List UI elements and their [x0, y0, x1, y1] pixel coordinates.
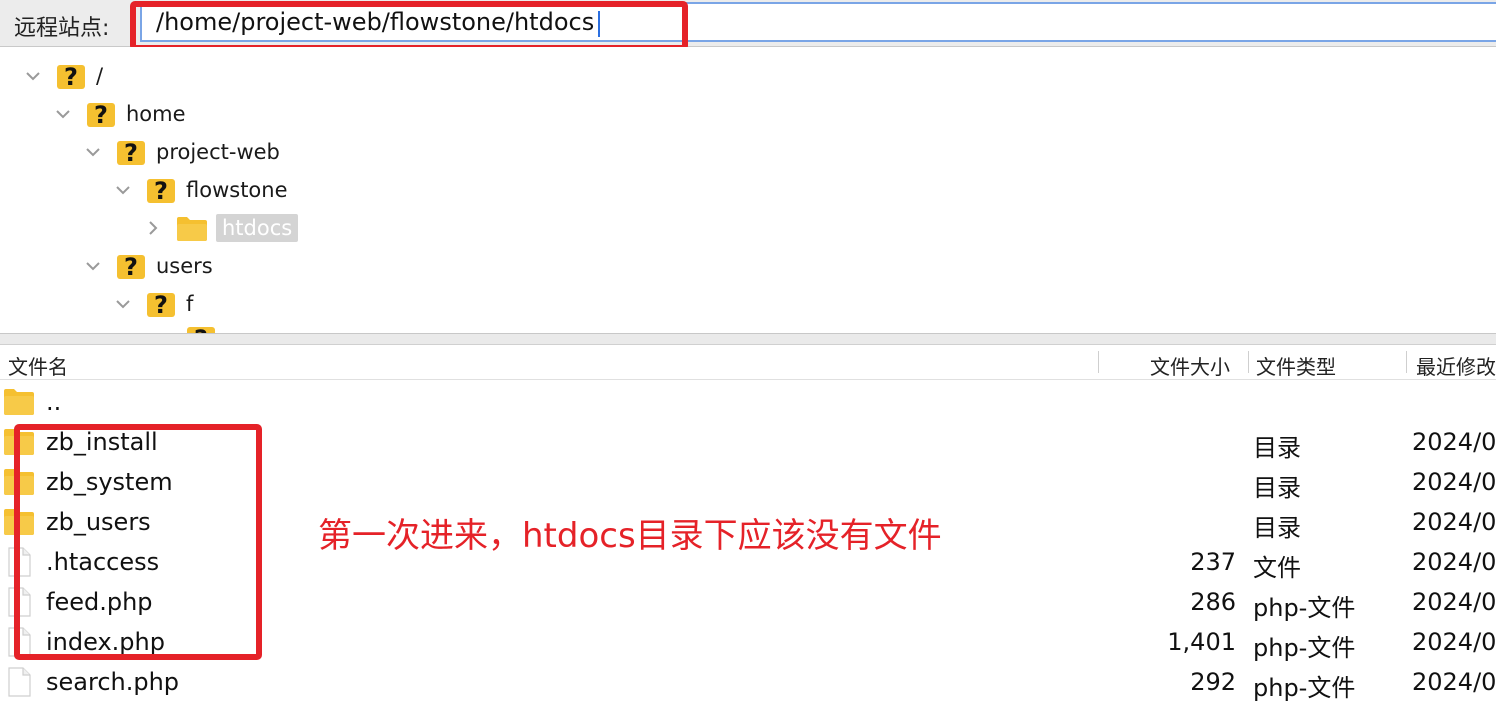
file-type: 文件	[1253, 554, 1301, 582]
path-highlight-box	[130, 1, 688, 51]
svg-text:?: ?	[64, 63, 78, 91]
tree-node-users[interactable]: ? users	[84, 247, 213, 285]
remote-directory-tree: ? / ? home ? project-web ? flowstone htd…	[0, 47, 1496, 333]
chevron-down-icon[interactable]	[84, 257, 102, 275]
svg-text:?: ?	[94, 101, 108, 129]
file-modified: 2024/0	[1412, 428, 1496, 456]
chevron-down-icon[interactable]	[114, 295, 132, 313]
svg-text:?: ?	[154, 177, 168, 205]
chevron-down-icon[interactable]	[24, 67, 42, 85]
tree-node-home[interactable]: ? home	[54, 95, 186, 133]
unknown-folder-icon: ?	[146, 289, 176, 319]
chevron-down-icon[interactable]	[54, 105, 72, 123]
tree-node-label: flowstone	[186, 178, 288, 202]
chevron-down-icon[interactable]	[114, 181, 132, 199]
unknown-folder-icon: ?	[116, 251, 146, 281]
unknown-folder-icon: ?	[56, 61, 86, 91]
file-type: 目录	[1253, 514, 1301, 542]
file-type: php-文件	[1253, 634, 1356, 662]
column-header-modified[interactable]: 最近修改	[1416, 351, 1496, 380]
file-modified: 2024/0	[1412, 508, 1496, 536]
file-name: ..	[46, 388, 62, 416]
svg-text:?: ?	[124, 253, 138, 281]
file-type: php-文件	[1253, 674, 1356, 702]
unknown-folder-icon: ?	[146, 175, 176, 205]
tree-node-root[interactable]: ? /	[24, 57, 103, 95]
tree-node-htdocs[interactable]: htdocs	[144, 209, 299, 247]
tree-node-flowstone[interactable]: ? flowstone	[114, 171, 288, 209]
pane-splitter[interactable]	[0, 333, 1496, 345]
tree-node-label-selected: htdocs	[216, 214, 299, 242]
unknown-folder-icon: ?	[116, 137, 146, 167]
column-header-type[interactable]: 文件类型	[1256, 351, 1336, 380]
chevron-down-icon[interactable]	[84, 143, 102, 161]
tree-node-label: /	[96, 64, 104, 88]
file-type: php-文件	[1253, 594, 1356, 622]
file-icon	[4, 667, 34, 701]
svg-text:?: ?	[194, 325, 208, 333]
file-modified: 2024/0	[1412, 588, 1496, 616]
tree-node-f[interactable]: ? f	[114, 285, 193, 323]
column-header-name[interactable]: 文件名	[8, 351, 68, 380]
file-list-header: 文件名 文件大小 文件类型 最近修改	[0, 345, 1496, 380]
column-divider[interactable]	[1406, 351, 1407, 373]
file-type: 目录	[1253, 474, 1301, 502]
column-divider[interactable]	[1098, 351, 1099, 373]
file-row[interactable]: search.php 292 php-文件 2024/0	[0, 662, 1496, 702]
file-size: 237	[1190, 548, 1236, 576]
column-header-size[interactable]: 文件大小	[1150, 351, 1230, 380]
unknown-folder-icon: ?	[86, 99, 116, 129]
tree-node-label: users	[156, 254, 213, 278]
files-highlight-box	[14, 424, 262, 660]
unknown-folder-icon: ?	[186, 323, 216, 333]
file-size: 286	[1190, 588, 1236, 616]
file-modified: 2024/0	[1412, 548, 1496, 576]
file-type: 目录	[1253, 434, 1301, 462]
file-row-parent[interactable]: ..	[0, 382, 1496, 422]
folder-icon	[4, 387, 34, 419]
column-divider[interactable]	[1248, 351, 1249, 373]
file-modified: 2024/0	[1412, 468, 1496, 496]
folder-icon	[176, 213, 207, 243]
tree-node-label: f	[186, 292, 194, 316]
tree-node-label: project-web	[156, 140, 280, 164]
svg-text:?: ?	[154, 291, 168, 319]
chevron-right-icon[interactable]	[144, 219, 162, 237]
svg-text:?: ?	[124, 139, 138, 167]
file-size: 1,401	[1167, 628, 1236, 656]
tree-node-project-web[interactable]: ? project-web	[84, 133, 280, 171]
remote-site-label: 远程站点:	[14, 16, 110, 41]
annotation-text: 第一次进来，htdocs目录下应该没有文件	[318, 516, 942, 556]
tree-node-label: home	[126, 102, 186, 126]
file-modified: 2024/0	[1412, 628, 1496, 656]
